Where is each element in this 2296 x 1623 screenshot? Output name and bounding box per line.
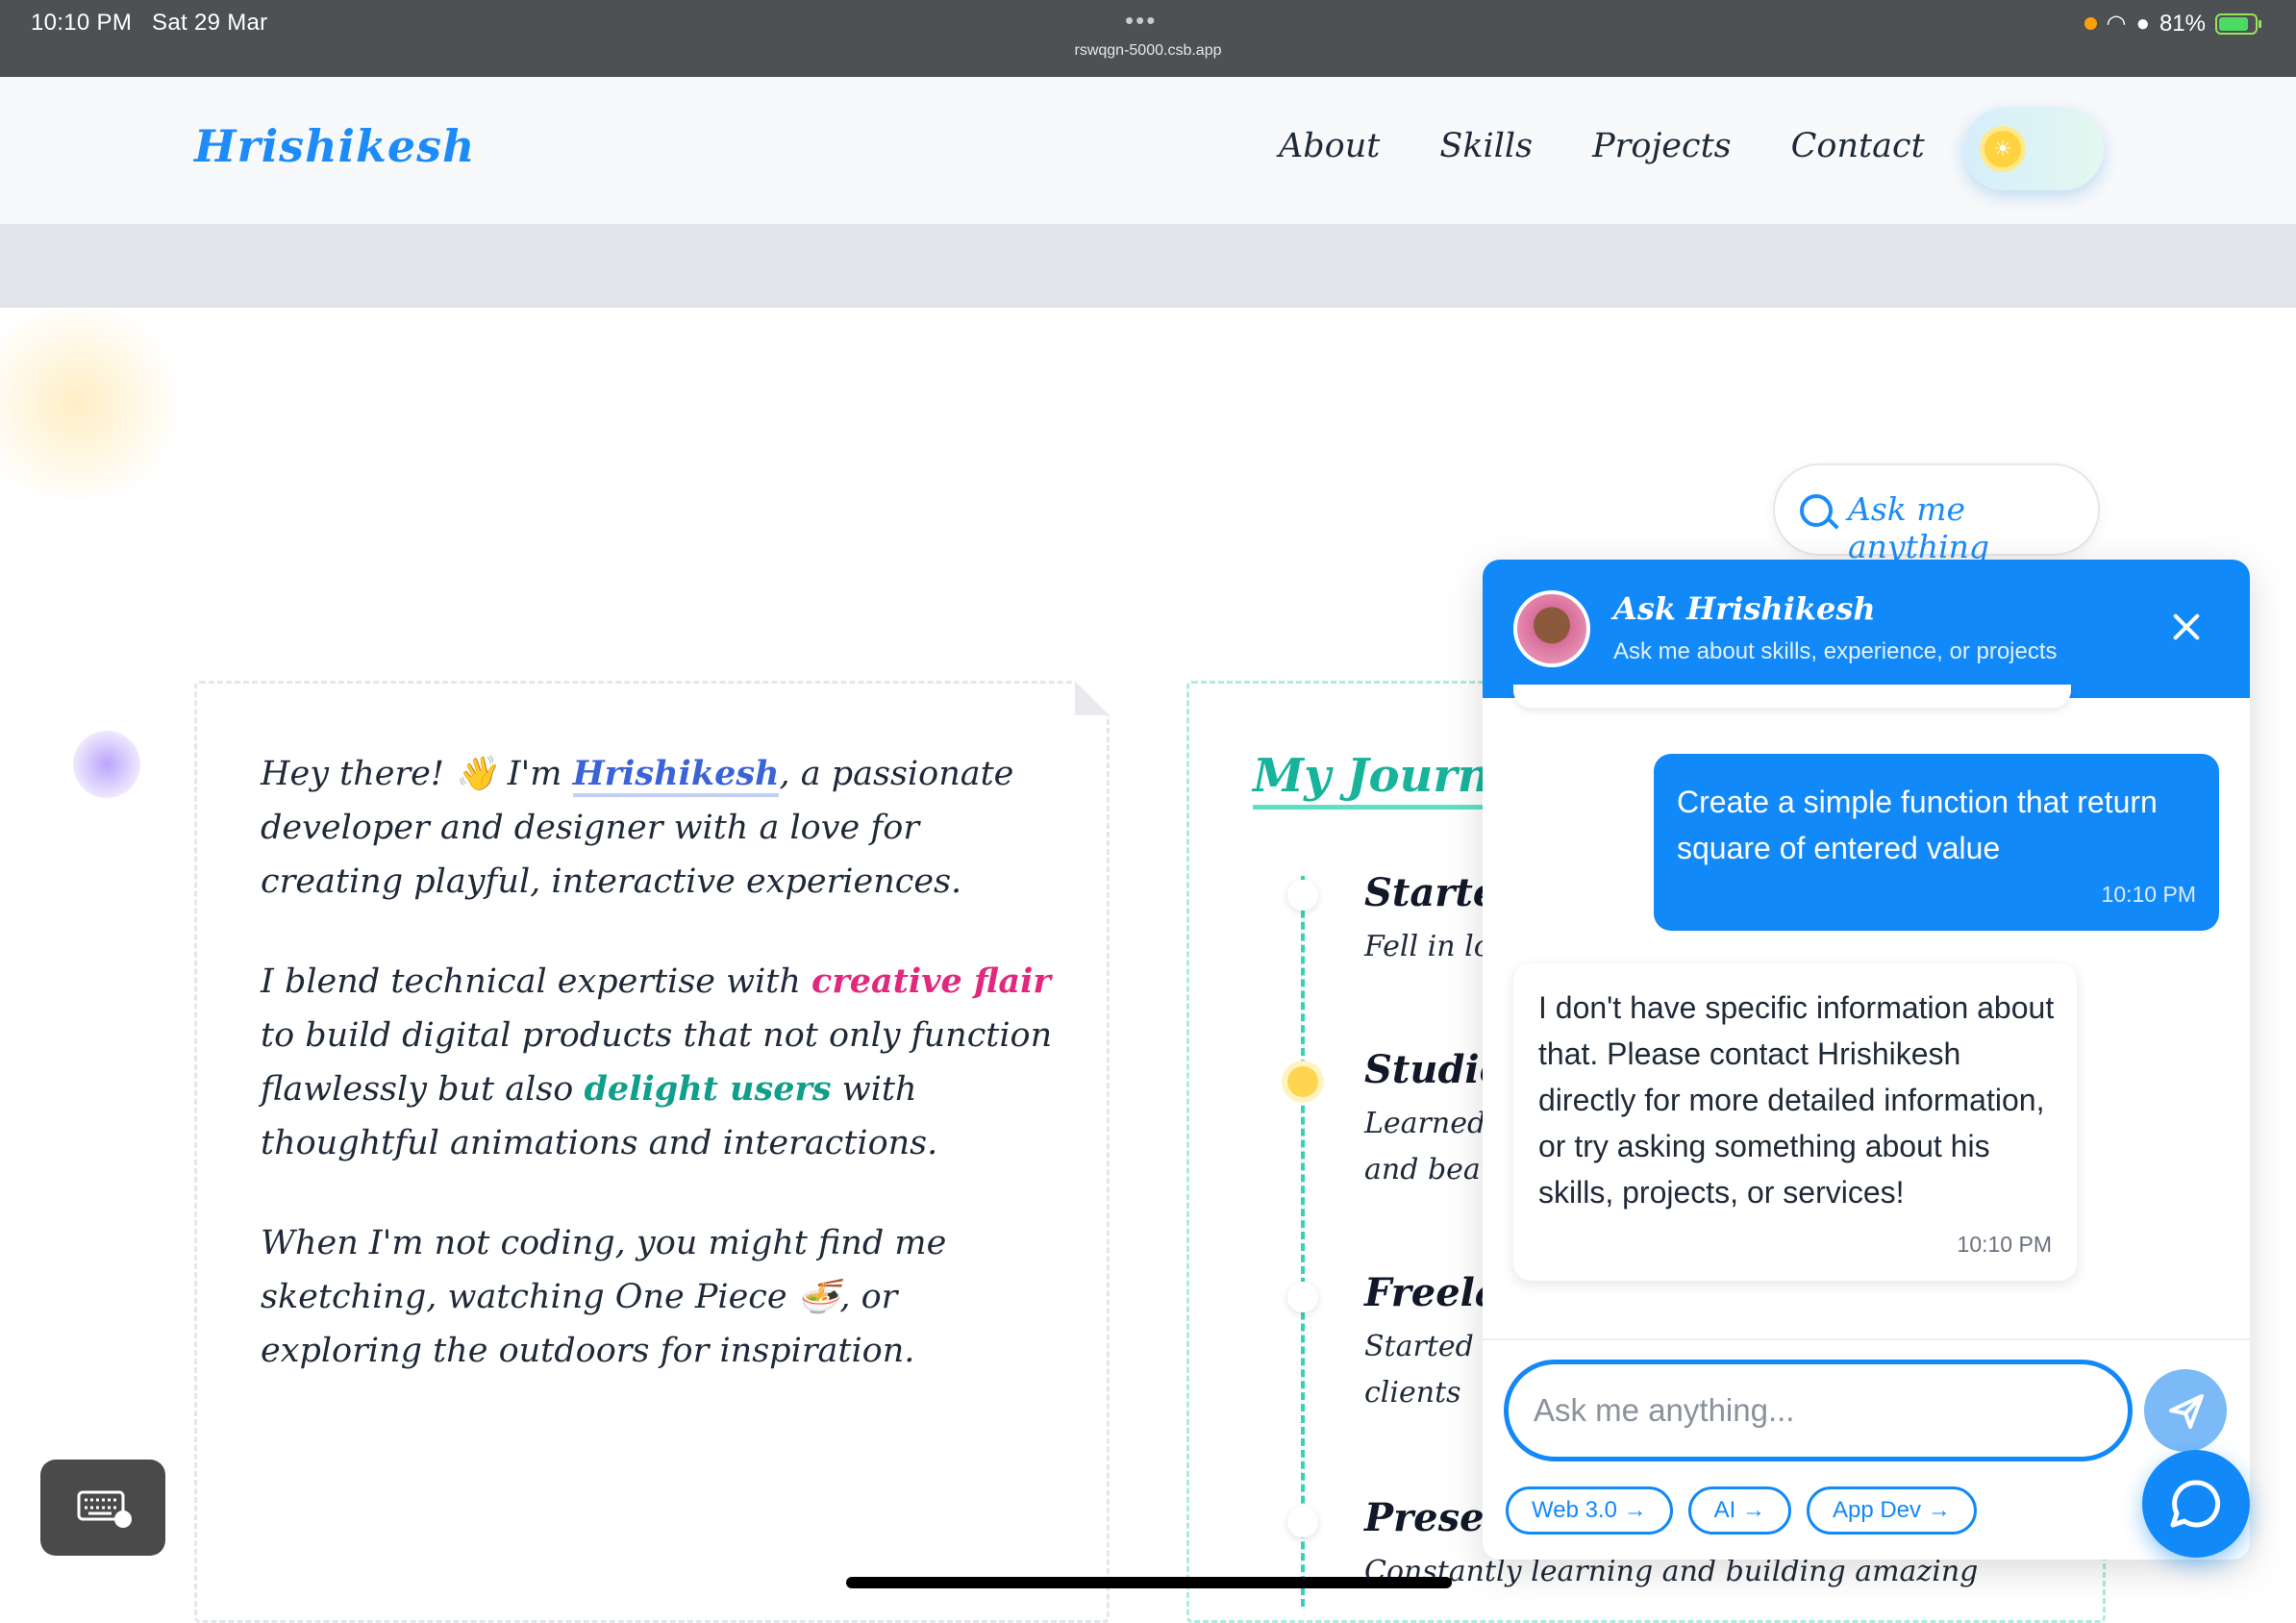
about-paragraph: I blend technical expertise with creativ… bbox=[261, 961, 1053, 1162]
chat-header: Ask Hrishikesh Ask me about skills, expe… bbox=[1483, 560, 2250, 698]
timeline-dot bbox=[1287, 880, 1318, 911]
message-time: 10:10 PM bbox=[1957, 1232, 2052, 1257]
nav-link-contact[interactable]: Contact bbox=[1791, 127, 1925, 165]
mic-indicator-icon bbox=[2084, 17, 2097, 30]
wifi-icon: ◠ bbox=[2106, 11, 2127, 37]
nav-links: About Skills Projects Contact bbox=[1279, 127, 1925, 165]
status-time: 10:10 PM Sat 29 Mar bbox=[31, 10, 268, 36]
timeline-item-title: Freela bbox=[1364, 1270, 1500, 1315]
ask-me-anything-button[interactable]: Ask me anything bbox=[1773, 463, 2100, 565]
chat-footer: Web 3.0 → AI → App Dev → bbox=[1483, 1338, 2250, 1560]
send-button[interactable] bbox=[2144, 1369, 2227, 1452]
chat-input[interactable] bbox=[1504, 1360, 2133, 1461]
chat-bubble-icon bbox=[2170, 1480, 2221, 1528]
chat-toggle-button[interactable] bbox=[2142, 1450, 2250, 1558]
ask-pill-label: Ask me anything bbox=[1848, 490, 1990, 565]
timeline-item-title: Starte bbox=[1364, 870, 1498, 915]
timeline-dot bbox=[1287, 1282, 1318, 1312]
name-highlight: Hrishikesh bbox=[572, 754, 780, 797]
keyboard-button[interactable] bbox=[40, 1460, 165, 1556]
chat-title: Ask Hrishikesh bbox=[1613, 590, 1876, 627]
page-fold bbox=[1075, 681, 1110, 715]
chat-subtitle: Ask me about skills, experience, or proj… bbox=[1613, 638, 2058, 664]
section-divider bbox=[0, 225, 2296, 308]
home-indicator[interactable] bbox=[846, 1577, 1452, 1588]
user-message: Create a simple function that return squ… bbox=[1654, 754, 2219, 931]
nav-link-projects[interactable]: Projects bbox=[1592, 127, 1732, 165]
bot-message-text: I don't have specific information about … bbox=[1538, 990, 2055, 1210]
url-label[interactable]: rswqgn-5000.csb.app bbox=[0, 42, 2296, 60]
battery-percent: 81% bbox=[2159, 10, 2206, 37]
decorative-blob bbox=[0, 308, 192, 500]
timeline-dot bbox=[1287, 1066, 1318, 1097]
battery-icon bbox=[2215, 12, 2261, 35]
about-paragraph: When I'm not coding, you might find me s… bbox=[261, 1224, 947, 1370]
status-bar: 10:10 PM Sat 29 Mar ••• rswqgn-5000.csb.… bbox=[0, 0, 2296, 77]
suggestion-chips: Web 3.0 → AI → App Dev → bbox=[1506, 1486, 1977, 1535]
timeline-dot bbox=[1287, 1507, 1318, 1537]
multitasking-dots-icon[interactable]: ••• bbox=[1125, 6, 1157, 36]
about-card: Hey there! 👋 I'm Hrishikesh, a passionat… bbox=[194, 681, 1110, 1623]
chip-web3[interactable]: Web 3.0 → bbox=[1506, 1486, 1673, 1535]
avatar bbox=[1513, 590, 1590, 667]
chip-ai[interactable]: AI → bbox=[1687, 1486, 1791, 1535]
previous-message bbox=[1513, 685, 2071, 708]
close-icon[interactable] bbox=[2167, 608, 2206, 646]
person-icon: ● bbox=[2135, 10, 2150, 37]
timeline-item-title: Prese bbox=[1364, 1495, 1485, 1540]
keyboard-icon bbox=[77, 1490, 132, 1528]
nav-link-about[interactable]: About bbox=[1279, 127, 1380, 165]
timeline-line bbox=[1301, 876, 1305, 1607]
site-logo[interactable]: Hrishikesh bbox=[194, 120, 475, 172]
send-icon bbox=[2169, 1394, 2204, 1429]
navbar: Hrishikesh About Skills Projects Contact… bbox=[0, 77, 2296, 225]
bot-message: I don't have specific information about … bbox=[1513, 963, 2077, 1281]
sun-icon: ☀ bbox=[1984, 131, 2021, 167]
about-paragraph: Hey there! 👋 I'm Hrishikesh, a passionat… bbox=[261, 754, 1014, 901]
user-message-text: Create a simple function that return squ… bbox=[1677, 785, 2158, 865]
about-text: Hey there! 👋 I'm Hrishikesh, a passionat… bbox=[261, 747, 1059, 1424]
chip-app-dev[interactable]: App Dev → bbox=[1806, 1486, 1977, 1535]
creative-flair-highlight: creative flair bbox=[811, 961, 1051, 1001]
status-indicators: ◠ ● 81% bbox=[2084, 10, 2261, 37]
message-time: 10:10 PM bbox=[2101, 882, 2196, 907]
nav-link-skills[interactable]: Skills bbox=[1439, 127, 1533, 165]
delight-users-highlight: delight users bbox=[584, 1069, 832, 1109]
decorative-blob bbox=[73, 731, 140, 798]
theme-toggle[interactable]: ☀ bbox=[1963, 108, 2104, 190]
chat-panel: Ask Hrishikesh Ask me about skills, expe… bbox=[1483, 560, 2250, 1560]
journey-title: My Journe bbox=[1253, 749, 1521, 810]
search-icon bbox=[1800, 494, 1833, 527]
